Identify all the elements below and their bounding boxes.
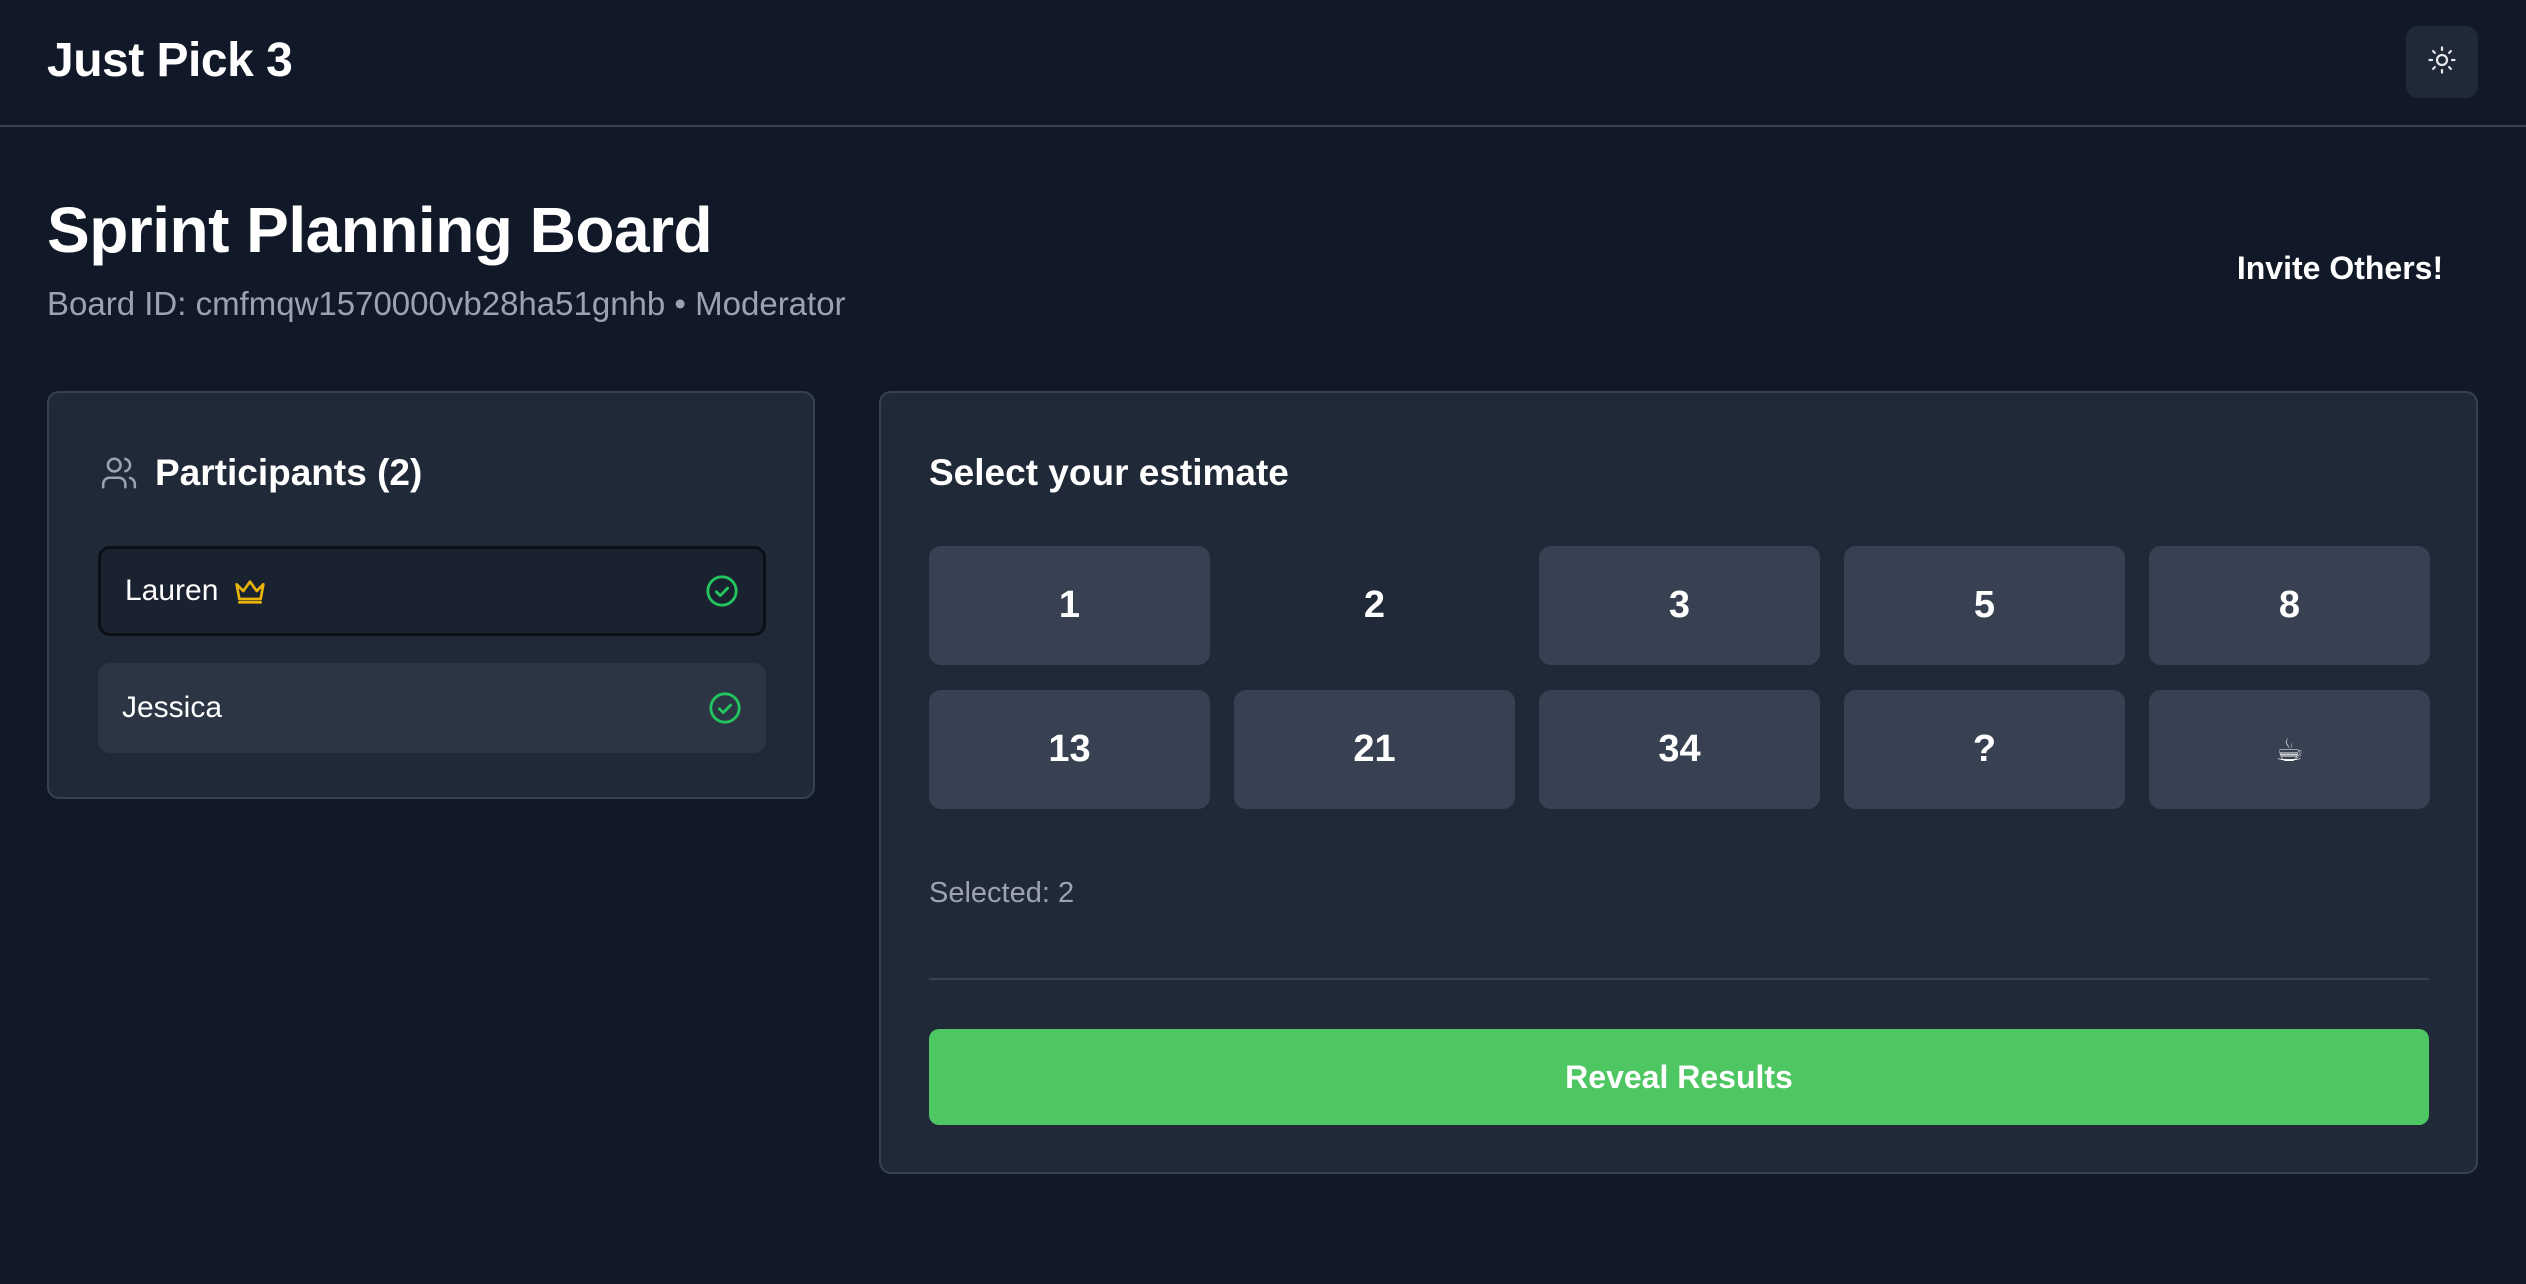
top-bar: Just Pick 3	[0, 0, 2526, 127]
invite-others-button[interactable]: Invite Others!	[2210, 236, 2470, 300]
estimate-card-8[interactable]: 8	[2149, 546, 2430, 665]
board-meta: Board ID: cmfmqw1570000vb28ha51gnhb • Mo…	[47, 285, 846, 322]
app-title: Just Pick 3	[47, 34, 293, 87]
participant-name: Jessica	[122, 691, 223, 724]
estimate-card-2[interactable]: 2	[1234, 546, 1515, 665]
participants-heading: Participants (2)	[99, 449, 422, 497]
participants-panel: Participants (2) Lauren Jessica	[47, 391, 815, 799]
estimate-card-coffee[interactable]: ☕	[2149, 690, 2430, 809]
estimate-card-13[interactable]: 13	[929, 690, 1210, 809]
reveal-results-button[interactable]: Reveal Results	[929, 1029, 2429, 1125]
crown-icon	[234, 577, 266, 605]
estimate-card-1[interactable]: 1	[929, 546, 1210, 665]
participants-heading-label: Participants (2)	[155, 452, 423, 493]
estimate-card-21[interactable]: 21	[1234, 690, 1515, 809]
theme-toggle-button[interactable]	[2406, 26, 2478, 98]
voted-check-icon	[705, 574, 739, 608]
selected-estimate-text: Selected: 2	[929, 877, 1075, 909]
participant-name: Lauren	[125, 574, 219, 607]
board-title: Sprint Planning Board	[47, 194, 713, 266]
participant-item-jessica: Jessica	[98, 663, 766, 753]
estimate-panel: Select your estimate 1 2 3 5 8 13 21 34 …	[879, 391, 2478, 1174]
participant-item-lauren: Lauren	[98, 546, 766, 636]
estimate-card-3[interactable]: 3	[1539, 546, 1820, 665]
users-icon	[99, 453, 139, 493]
estimate-card-34[interactable]: 34	[1539, 690, 1820, 809]
estimate-card-5[interactable]: 5	[1844, 546, 2125, 665]
divider	[929, 978, 2429, 980]
sun-icon	[2427, 45, 2457, 80]
estimate-card-unknown[interactable]: ?	[1844, 690, 2125, 809]
voted-check-icon	[708, 691, 742, 725]
estimate-heading: Select your estimate	[929, 452, 1289, 493]
